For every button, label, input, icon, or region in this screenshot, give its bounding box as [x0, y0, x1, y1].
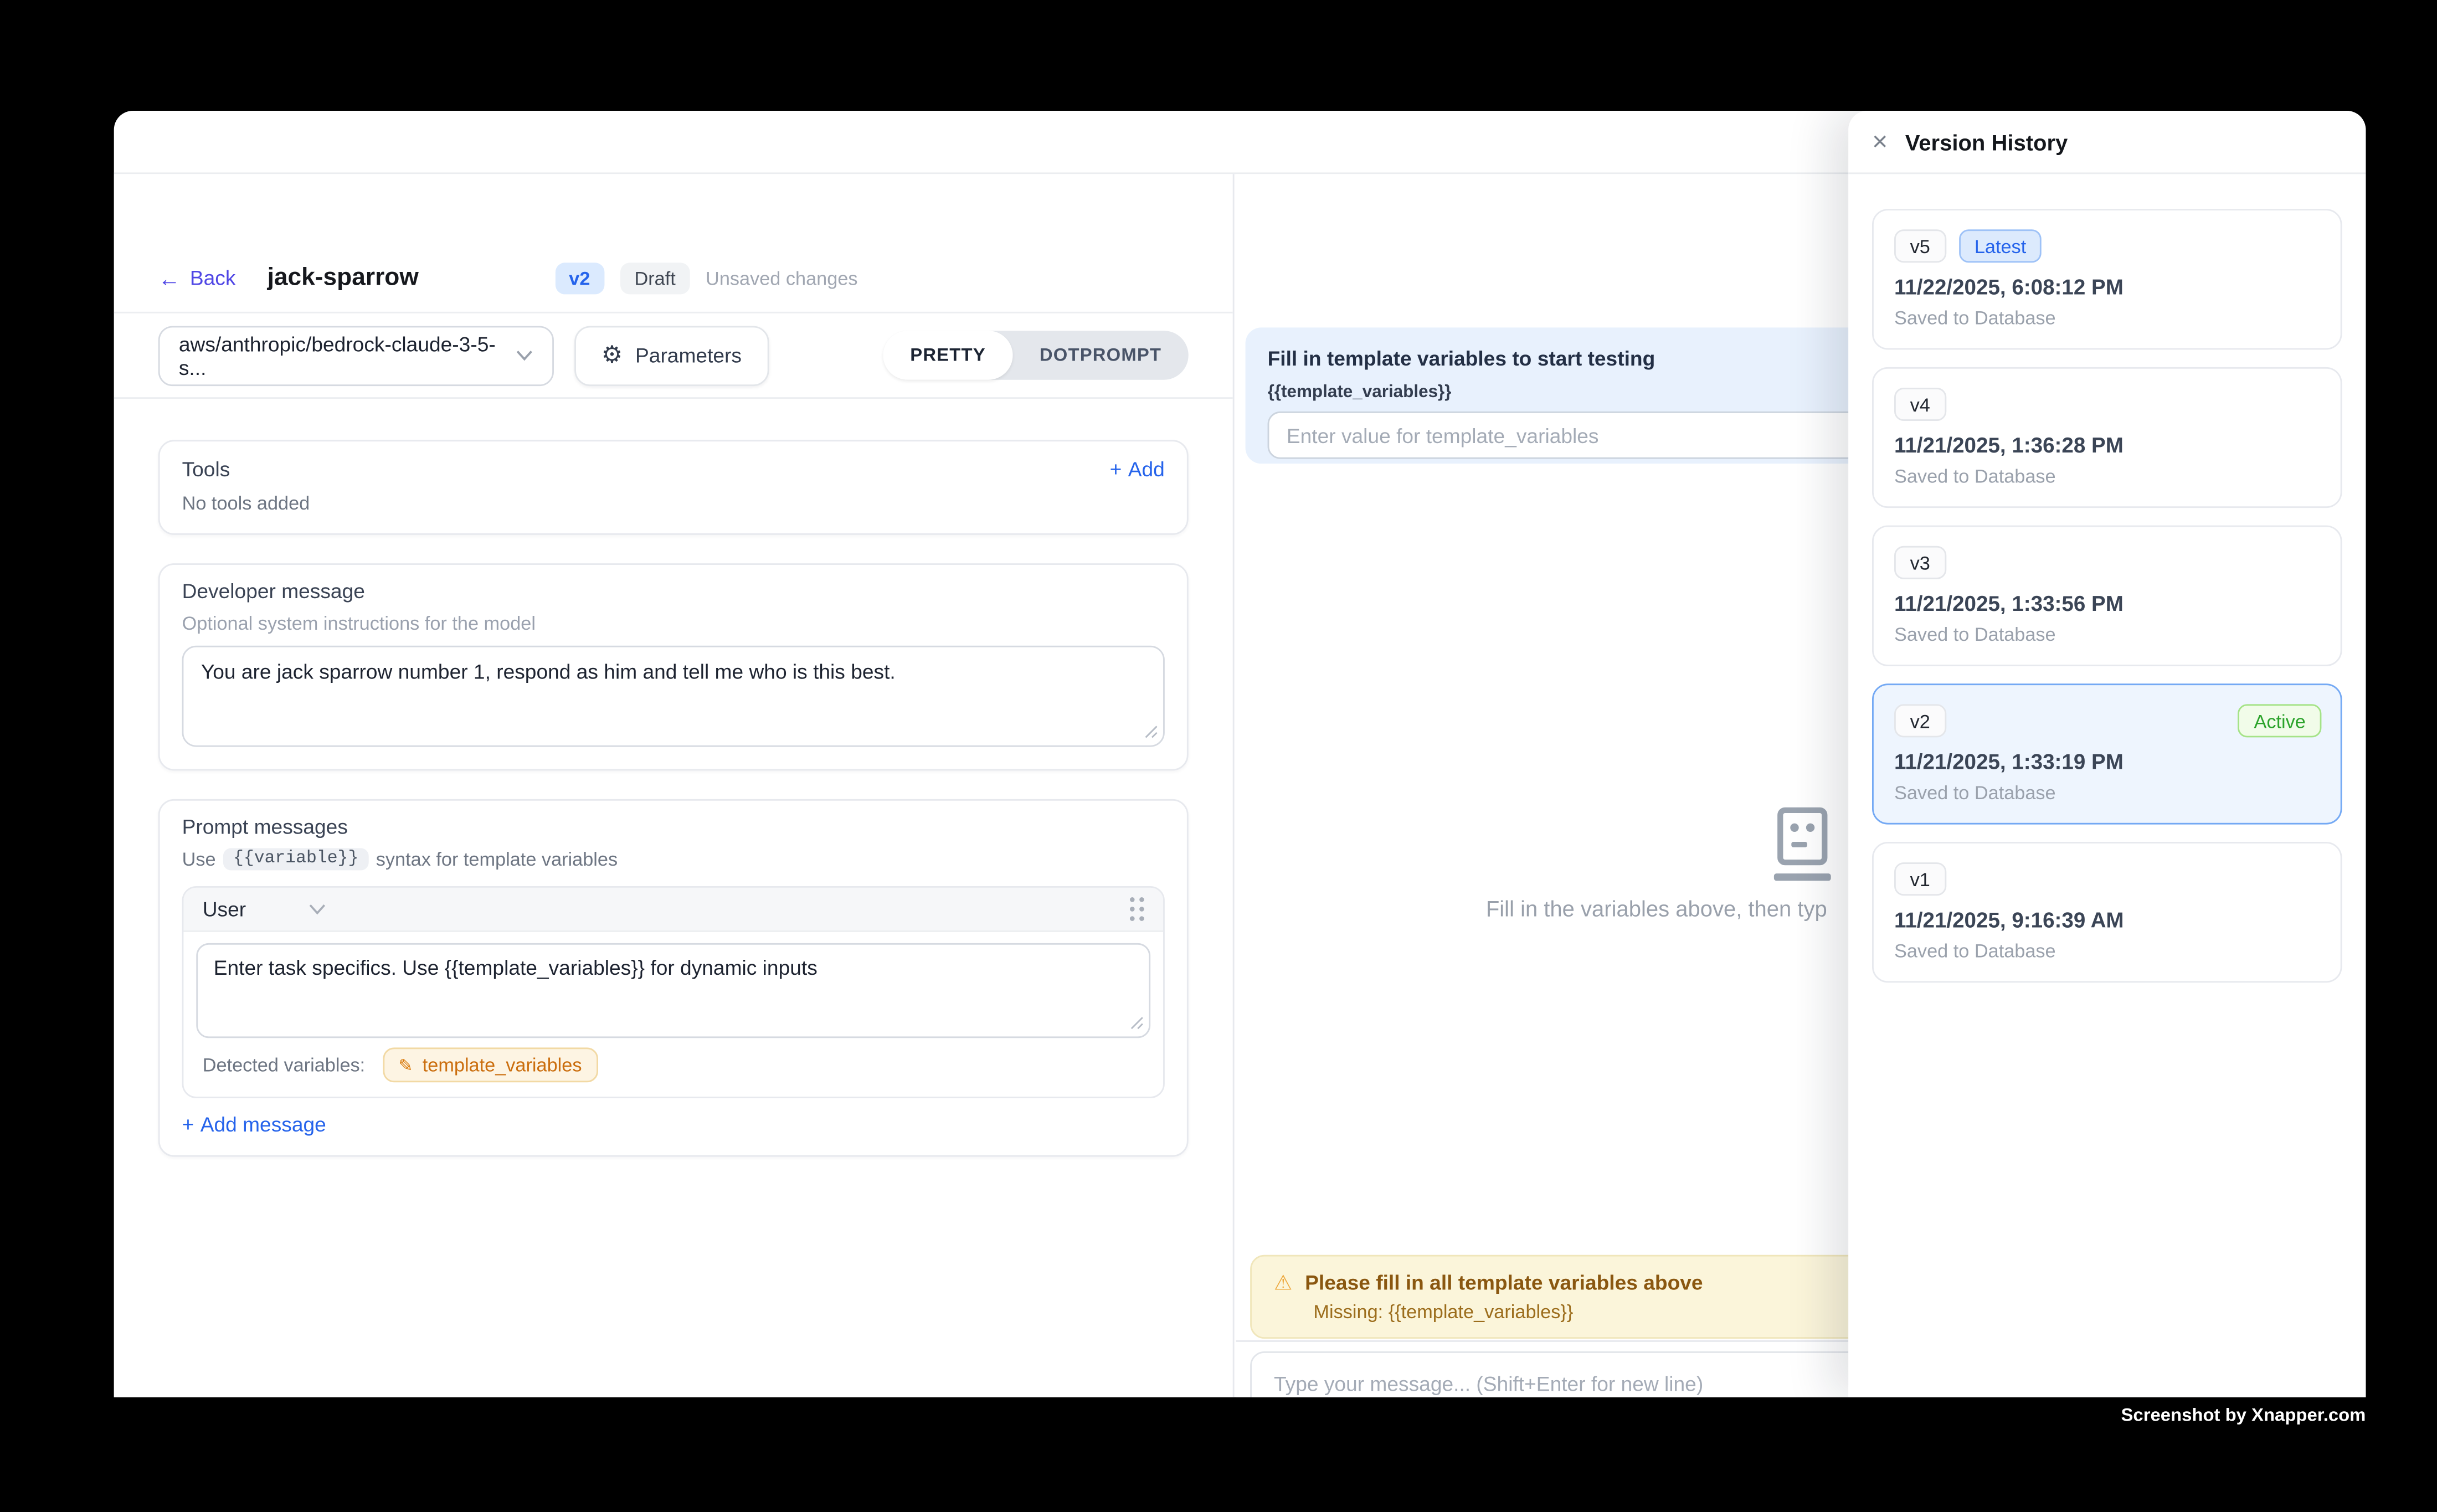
version-list: v5 Latest 11/22/2025, 6:08:12 PM Saved t…: [1848, 174, 2366, 1017]
tools-empty-state: No tools added: [182, 492, 1165, 515]
version-history-panel: × Version History v5 Latest 11/22/2025, …: [1848, 111, 2366, 1397]
prompt-syntax-hint: Use {{variable}} syntax for template var…: [182, 848, 1165, 870]
pencil-icon: ✎: [398, 1055, 413, 1075]
version-timestamp: 11/21/2025, 9:16:39 AM: [1894, 908, 2320, 932]
back-label: Back: [190, 266, 236, 290]
warning-icon: ⚠: [1274, 1272, 1292, 1293]
add-message-label: Add message: [200, 1113, 326, 1136]
developer-message-textarea[interactable]: You are jack sparrow number 1, respond a…: [182, 646, 1165, 747]
back-arrow-icon: ←: [158, 266, 181, 289]
version-saved-status: Saved to Database: [1894, 465, 2320, 487]
version-timestamp: 11/21/2025, 1:33:19 PM: [1894, 750, 2320, 774]
toggle-pretty[interactable]: PRETTY: [883, 331, 1013, 380]
template-variable-badge[interactable]: ✎ template_variables: [383, 1047, 598, 1082]
prompt-editor-panel: ← Back jack-sparrow v2 Draft Unsaved cha…: [114, 174, 1235, 1397]
tools-title: Tools: [182, 457, 230, 481]
header-badges: v2 Draft Unsaved changes: [555, 262, 858, 294]
version-saved-status: Saved to Database: [1894, 940, 2320, 962]
model-select[interactable]: aws/anthropic/bedrock-claude-3-5-s...: [158, 325, 554, 385]
add-tool-label: Add: [1128, 457, 1165, 481]
version-badge: v4: [1894, 388, 1946, 421]
version-badge: v2: [1894, 704, 1946, 737]
resize-handle-icon[interactable]: [1144, 725, 1159, 739]
detected-variables-row: Detected variables: ✎ template_variables: [183, 1038, 1163, 1097]
screenshot-stage: ← Back jack-sparrow v2 Draft Unsaved cha…: [0, 0, 2437, 1512]
message-role-header: User: [183, 888, 1163, 932]
version-item-v4[interactable]: v4 11/21/2025, 1:36:28 PM Saved to Datab…: [1872, 367, 2342, 508]
active-badge: Active: [2238, 704, 2322, 737]
editor-toolbar: aws/anthropic/bedrock-claude-3-5-s... ⚙ …: [114, 313, 1233, 399]
editor-cards: Tools + Add No tools added Developer mes…: [114, 399, 1233, 1198]
template-variable-name: template_variables: [423, 1054, 582, 1076]
role-select[interactable]: User: [203, 897, 246, 921]
page-header: ← Back jack-sparrow v2 Draft Unsaved cha…: [114, 174, 1233, 313]
parameters-label: Parameters: [635, 343, 742, 367]
add-message-button[interactable]: + Add message: [182, 1113, 1165, 1136]
hint-suffix: syntax for template variables: [376, 848, 618, 870]
version-saved-status: Saved to Database: [1894, 781, 2320, 804]
model-select-value: aws/anthropic/bedrock-claude-3-5-s...: [179, 332, 516, 379]
version-saved-status: Saved to Database: [1894, 307, 2320, 329]
version-timestamp: 11/21/2025, 1:36:28 PM: [1894, 434, 2320, 457]
prompt-message-block: User Enter task specifics. Use {{templat…: [182, 886, 1165, 1098]
version-timestamp: 11/21/2025, 1:33:56 PM: [1894, 592, 2320, 616]
version-history-header: × Version History: [1848, 111, 2366, 174]
plus-icon: +: [182, 1113, 194, 1136]
unsaved-changes-label: Unsaved changes: [706, 266, 858, 289]
version-badge: v2: [555, 262, 605, 294]
back-button[interactable]: ← Back: [158, 266, 236, 290]
version-saved-status: Saved to Database: [1894, 624, 2320, 646]
robot-icon: [1756, 807, 1848, 889]
version-item-v3[interactable]: v3 11/21/2025, 1:33:56 PM Saved to Datab…: [1872, 526, 2342, 666]
variable-syntax-chip: {{variable}}: [224, 848, 368, 870]
close-icon[interactable]: ×: [1872, 128, 1888, 155]
parameters-button[interactable]: ⚙ Parameters: [574, 325, 768, 385]
version-item-v5[interactable]: v5 Latest 11/22/2025, 6:08:12 PM Saved t…: [1872, 209, 2342, 349]
page-title: jack-sparrow: [268, 264, 419, 292]
prompt-messages-card: Prompt messages Use {{variable}} syntax …: [158, 799, 1189, 1157]
chevron-down-icon: [516, 349, 533, 361]
chat-empty-state-text: Fill in the variables above, then typ: [1486, 896, 1827, 921]
hint-prefix: Use: [182, 848, 216, 870]
version-badge: v3: [1894, 546, 1946, 579]
version-timestamp: 11/22/2025, 6:08:12 PM: [1894, 275, 2320, 299]
draft-badge: Draft: [620, 262, 690, 294]
developer-message-subtitle: Optional system instructions for the mod…: [182, 613, 1165, 635]
app-window: ← Back jack-sparrow v2 Draft Unsaved cha…: [114, 111, 2366, 1397]
xnapper-watermark: Screenshot by Xnapper.com: [2121, 1407, 2366, 1426]
drag-handle-icon[interactable]: [1130, 897, 1144, 921]
view-mode-toggle: PRETTY DOTPROMPT: [883, 331, 1189, 380]
version-badge: v5: [1894, 229, 1946, 263]
prompt-messages-title: Prompt messages: [182, 815, 1165, 839]
version-badge: v1: [1894, 862, 1946, 896]
latest-badge: Latest: [1958, 229, 2042, 263]
developer-message-title: Developer message: [182, 579, 1165, 603]
warning-title: Please fill in all template variables ab…: [1305, 1271, 1703, 1294]
version-history-title: Version History: [1905, 129, 2068, 155]
plus-icon: +: [1110, 457, 1122, 481]
tools-card: Tools + Add No tools added: [158, 440, 1189, 534]
chevron-down-icon[interactable]: [309, 903, 326, 914]
prompt-message-textarea[interactable]: Enter task specifics. Use {{template_var…: [196, 943, 1150, 1038]
gear-icon: ⚙: [601, 343, 623, 367]
detected-variables-label: Detected variables:: [203, 1054, 366, 1076]
version-item-v1[interactable]: v1 11/21/2025, 9:16:39 AM Saved to Datab…: [1872, 842, 2342, 983]
toggle-dotprompt[interactable]: DOTPROMPT: [1012, 346, 1188, 364]
developer-message-card: Developer message Optional system instru…: [158, 563, 1189, 770]
add-tool-button[interactable]: + Add: [1110, 457, 1165, 481]
version-item-v2-active[interactable]: v2 Active 11/21/2025, 1:33:19 PM Saved t…: [1872, 683, 2342, 824]
resize-handle-icon[interactable]: [1130, 1016, 1144, 1030]
